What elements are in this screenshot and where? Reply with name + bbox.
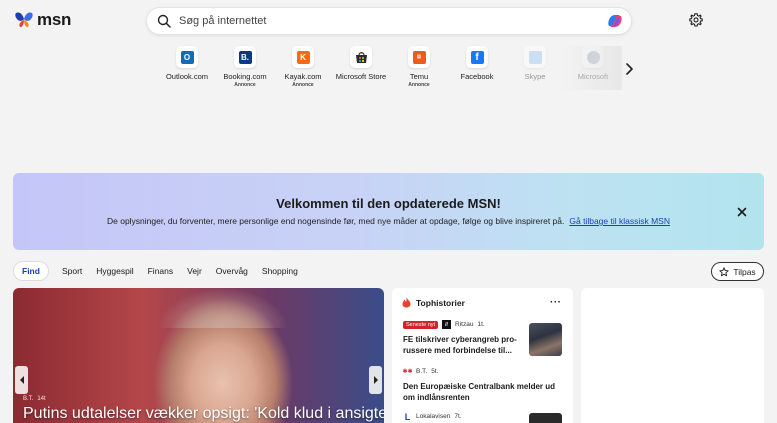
customize-icon [719,266,729,276]
booking-icon: B. [234,46,256,68]
logo-text: msn [37,10,72,29]
quick-link-microsoft-store[interactable]: Microsoft Store [332,46,390,94]
story-thumbnail[interactable] [529,323,562,356]
breaking-badge: Seneste nyt [403,320,439,329]
hero-story[interactable]: B.T. 14t Putins udtalelser vækker opsigt… [13,288,384,423]
customize-label: Tilpas [733,266,756,277]
source-name: Ritzau [455,321,474,328]
story-time: 5t. [431,368,439,375]
chevron-left-icon [19,376,24,384]
close-icon[interactable] [737,207,747,217]
quick-link-facebook[interactable]: f Facebook [448,46,506,94]
quick-link-label: Microsoft [577,72,609,81]
hero-time: 14t [37,396,46,402]
tab-shopping[interactable]: Shopping [255,261,305,281]
skype-icon [524,46,546,68]
quick-link-booking[interactable]: B. Booking.com Annonce [216,46,274,94]
chevron-right-icon [373,376,378,384]
banner-description: De oplysninger, du forventer, mere perso… [13,216,764,226]
story-time: 1t. [477,321,485,328]
copilot-icon[interactable] [605,12,625,30]
flame-icon [402,297,411,308]
hero-prev-button[interactable] [15,366,28,394]
facebook-icon: f [466,46,488,68]
story-source: ✱✱ B.T. 5t. [402,367,563,376]
quick-link-outlook[interactable]: O Outlook.com [158,46,216,94]
top-stories-header: Tophistorier [402,297,465,308]
hero-source: B.T. [23,396,34,402]
microsoft-icon [582,46,604,68]
quick-link-label: Kayak.com [284,72,322,81]
tab-overvaag[interactable]: Overvåg [209,261,255,281]
ritzau-icon: // [442,320,452,329]
bt-icon: ✱✱ [402,367,413,376]
tab-sport[interactable]: Sport [55,261,89,281]
quick-link-label: Temu [409,72,429,81]
temu-icon: ▦ [408,46,430,68]
ad-annotation: Annonce [234,82,256,88]
banner-title: Velkommen til den opdaterede MSN! [276,196,501,211]
story-thumbnail[interactable] [529,413,562,423]
quick-links: O Outlook.com B. Booking.com Annonce K K… [158,46,622,94]
quick-link-skype[interactable]: Skype [506,46,564,94]
search-input[interactable] [179,12,579,30]
search-bar[interactable] [146,7,632,35]
hero-next-button[interactable] [369,366,382,394]
tab-hyggespil[interactable]: Hyggespil [89,261,140,281]
ad-annotation: Annonce [292,82,314,88]
hero-image-detail [158,288,288,328]
quick-link-label: Microsoft Store [335,72,387,81]
banner-text: De oplysninger, du forventer, mere perso… [106,216,565,226]
customize-button[interactable]: Tilpas [711,262,764,281]
tab-vejr[interactable]: Vejr [180,261,209,281]
source-name: Lokalavisen [416,413,451,420]
story-headline[interactable]: FE tilskriver cyberangreb pro-russere me… [403,334,523,356]
msn-logo[interactable]: msn [14,10,71,30]
quick-link-microsoft[interactable]: Microsoft [564,46,622,94]
microsoft-store-icon [350,46,372,68]
feed-nav: Find Sport Hyggespil Finans Vejr Overvåg… [13,261,305,281]
tab-find[interactable]: Find [13,261,49,281]
gear-icon[interactable] [689,13,703,27]
outlook-icon: O [176,46,198,68]
hero-headline[interactable]: Putins udtalelser vækker opsigt: 'Kold k… [23,405,384,423]
source-name: B.T. [416,368,428,375]
top-stories-title: Tophistorier [416,297,465,308]
side-card [581,288,764,423]
list-item[interactable]: ✱✱ B.T. 5t. Den Europæiske Centralbank m… [402,367,563,403]
chevron-right-icon[interactable] [623,61,635,77]
ad-annotation: Annonce [408,82,430,88]
top-stories-card: Tophistorier ··· Seneste nyt // Ritzau 1… [392,288,573,423]
quick-link-label: Facebook [460,72,494,81]
hero-meta: B.T. 14t [23,396,46,402]
quick-link-label: Outlook.com [165,72,209,81]
story-time: 7t. [454,413,462,420]
quick-link-label: Booking.com [223,72,267,81]
search-icon [157,14,171,28]
quick-link-kayak[interactable]: K Kayak.com Annonce [274,46,332,94]
butterfly-icon [15,12,33,28]
quick-link-temu[interactable]: ▦ Temu Annonce [390,46,448,94]
classic-msn-link[interactable]: Gå tilbage til klassisk MSN [569,216,670,226]
kayak-icon: K [292,46,314,68]
lokalavisen-icon: L [403,411,412,422]
welcome-banner: Velkommen til den opdaterede MSN! De opl… [13,173,764,250]
story-headline[interactable]: Den Europæiske Centralbank melder ud om … [403,381,563,403]
tab-finans[interactable]: Finans [141,261,181,281]
more-options-icon[interactable]: ··· [550,297,562,308]
quick-link-label: Skype [524,72,546,81]
